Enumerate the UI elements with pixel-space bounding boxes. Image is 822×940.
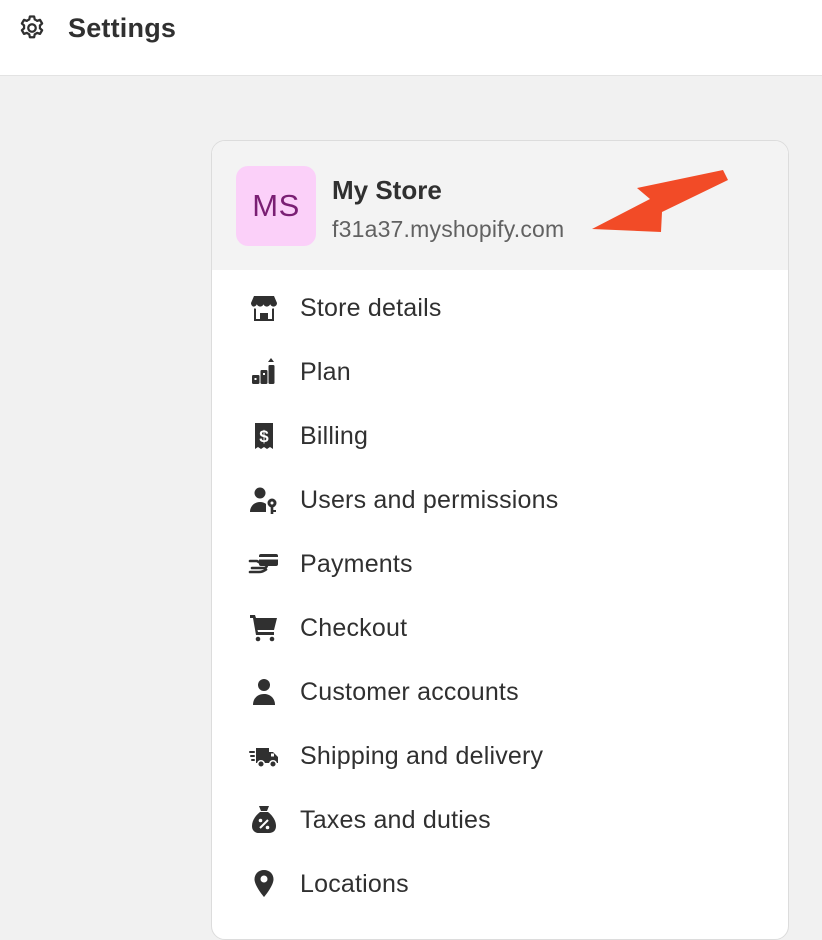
menu-item-store-details[interactable]: Store details bbox=[212, 292, 788, 356]
location-pin-icon bbox=[254, 870, 274, 897]
menu-item-locations[interactable]: Locations bbox=[212, 868, 788, 932]
svg-text:$: $ bbox=[259, 427, 269, 446]
menu-item-label: Locations bbox=[300, 870, 409, 898]
menu-item-customer-accounts[interactable]: Customer accounts bbox=[212, 676, 788, 740]
store-domain: f31a37.myshopify.com bbox=[332, 216, 565, 242]
menu-item-shipping-and-delivery[interactable]: Shipping and delivery bbox=[212, 740, 788, 804]
plan-icon bbox=[252, 358, 275, 384]
menu-item-label: Checkout bbox=[300, 614, 408, 642]
settings-card: MS My Store f31a37.myshopify.com Store d… bbox=[211, 140, 789, 940]
menu-item-taxes-and-duties[interactable]: Taxes and duties bbox=[212, 804, 788, 868]
menu-item-users-and-permissions[interactable]: Users and permissions bbox=[212, 484, 788, 548]
truck-icon bbox=[249, 748, 278, 769]
store-avatar: MS bbox=[236, 166, 316, 246]
menu-item-label: Store details bbox=[300, 294, 442, 322]
menu-item-billing[interactable]: $ Billing bbox=[212, 420, 788, 484]
menu-item-label: Users and permissions bbox=[300, 486, 559, 514]
settings-menu: Store details Plan $ Billing Users and p… bbox=[212, 292, 788, 932]
store-name: My Store bbox=[332, 175, 442, 205]
person-icon bbox=[253, 679, 275, 705]
arrow-icon bbox=[592, 170, 728, 232]
top-bar: Settings bbox=[0, 0, 822, 76]
menu-item-label: Shipping and delivery bbox=[300, 742, 544, 770]
menu-item-label: Taxes and duties bbox=[300, 806, 491, 834]
page-title: Settings bbox=[68, 13, 177, 43]
store-icon bbox=[251, 296, 277, 321]
tax-bag-icon bbox=[252, 806, 276, 833]
menu-item-payments[interactable]: Payments bbox=[212, 548, 788, 612]
billing-receipt-icon: $ bbox=[255, 423, 273, 449]
menu-item-label: Customer accounts bbox=[300, 678, 519, 706]
payment-hand-icon bbox=[248, 554, 278, 574]
user-key-icon bbox=[250, 487, 277, 514]
menu-item-label: Plan bbox=[300, 358, 351, 386]
cart-icon bbox=[250, 615, 277, 642]
menu-item-label: Payments bbox=[300, 550, 413, 578]
gear-icon bbox=[20, 15, 44, 39]
menu-item-plan[interactable]: Plan bbox=[212, 356, 788, 420]
menu-item-checkout[interactable]: Checkout bbox=[212, 612, 788, 676]
menu-item-label: Billing bbox=[300, 422, 369, 450]
